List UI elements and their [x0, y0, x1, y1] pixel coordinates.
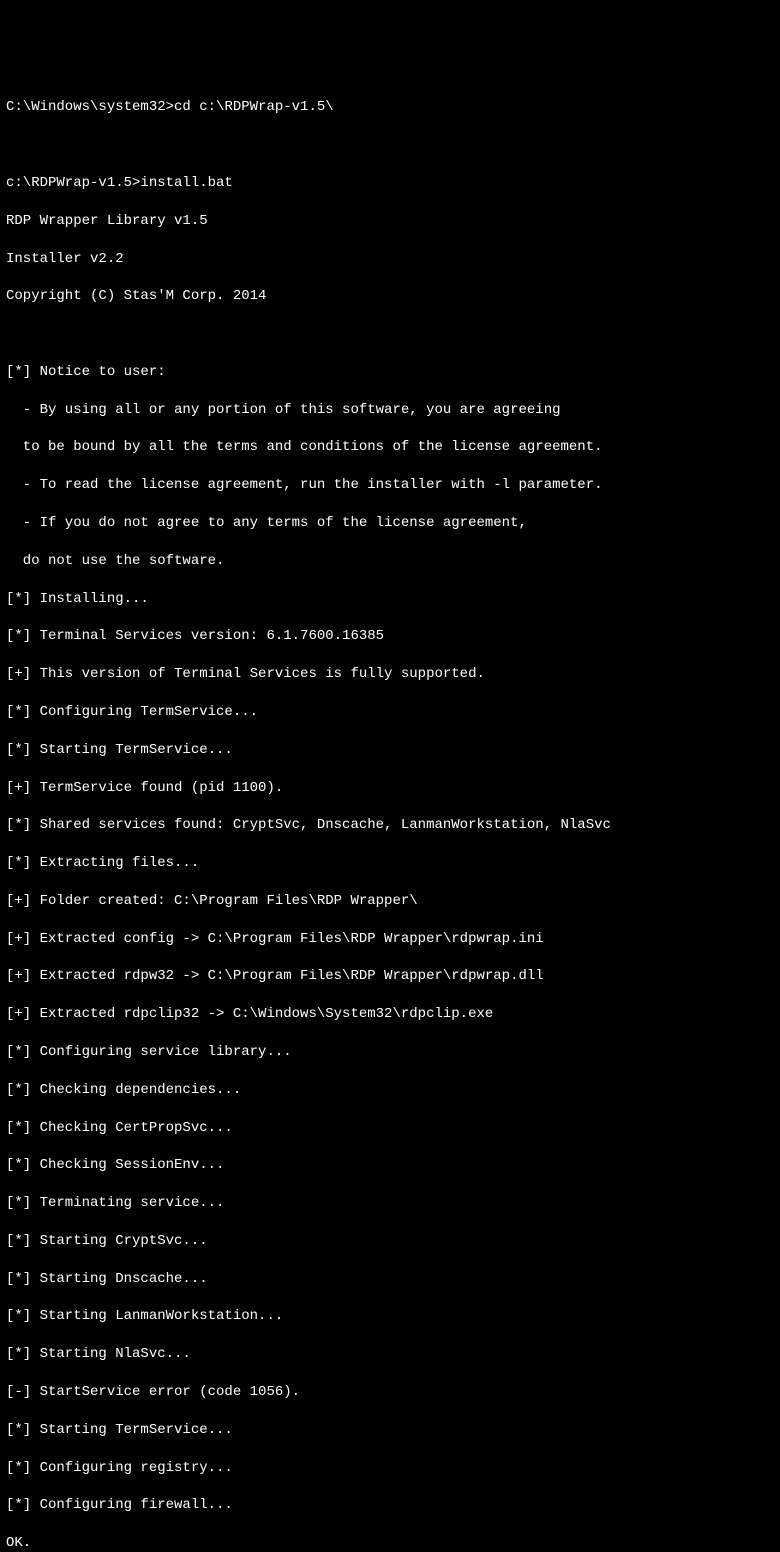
output-line: - If you do not agree to any terms of th…	[6, 514, 774, 533]
output-line: to be bound by all the terms and conditi…	[6, 438, 774, 457]
output-line: Copyright (C) Stas'M Corp. 2014	[6, 287, 774, 306]
output-line: [+] Folder created: C:\Program Files\RDP…	[6, 892, 774, 911]
command: cd c:\RDPWrap-v1.5\	[174, 99, 334, 115]
output-line: [+] This version of Terminal Services is…	[6, 665, 774, 684]
output-line: Installer v2.2	[6, 250, 774, 269]
cwd: c:\RDPWrap-v1.5>	[6, 175, 140, 191]
output-line: [*] Starting TermService...	[6, 1421, 774, 1440]
terminal-output[interactable]: C:\Windows\system32>cd c:\RDPWrap-v1.5\ …	[6, 80, 774, 1552]
blank-line	[6, 136, 774, 155]
output-line: [*] Starting LanmanWorkstation...	[6, 1307, 774, 1326]
output-line: [*] Terminal Services version: 6.1.7600.…	[6, 627, 774, 646]
output-line: [*] Checking SessionEnv...	[6, 1156, 774, 1175]
output-line: OK.	[6, 1534, 774, 1552]
output-line: [*] Starting Dnscache...	[6, 1270, 774, 1289]
output-line: [+] TermService found (pid 1100).	[6, 779, 774, 798]
output-line: [*] Extracting files...	[6, 854, 774, 873]
output-line: [*] Starting NlaSvc...	[6, 1345, 774, 1364]
blank-line	[6, 325, 774, 344]
output-line: [*] Checking CertPropSvc...	[6, 1119, 774, 1138]
output-line: [*] Notice to user:	[6, 363, 774, 382]
output-line: [*] Terminating service...	[6, 1194, 774, 1213]
output-line: [*] Configuring TermService...	[6, 703, 774, 722]
output-line: [*] Starting CryptSvc...	[6, 1232, 774, 1251]
prompt-line: C:\Windows\system32>cd c:\RDPWrap-v1.5\	[6, 98, 774, 117]
output-line: [*] Configuring registry...	[6, 1459, 774, 1478]
output-line: do not use the software.	[6, 552, 774, 571]
output-line: [+] Extracted rdpw32 -> C:\Program Files…	[6, 967, 774, 986]
command: install.bat	[140, 175, 232, 191]
output-line: - By using all or any portion of this so…	[6, 401, 774, 420]
output-line: [*] Starting TermService...	[6, 741, 774, 760]
output-line: [*] Checking dependencies...	[6, 1081, 774, 1100]
output-line: - To read the license agreement, run the…	[6, 476, 774, 495]
output-line: RDP Wrapper Library v1.5	[6, 212, 774, 231]
output-line: [+] Extracted config -> C:\Program Files…	[6, 930, 774, 949]
output-line: [*] Configuring firewall...	[6, 1496, 774, 1515]
output-line: [-] StartService error (code 1056).	[6, 1383, 774, 1402]
output-line: [*] Installing...	[6, 590, 774, 609]
cwd: C:\Windows\system32>	[6, 99, 174, 115]
prompt-line: c:\RDPWrap-v1.5>install.bat	[6, 174, 774, 193]
output-line: [*] Configuring service library...	[6, 1043, 774, 1062]
output-line: [*] Shared services found: CryptSvc, Dns…	[6, 816, 774, 835]
output-line: [+] Extracted rdpclip32 -> C:\Windows\Sy…	[6, 1005, 774, 1024]
